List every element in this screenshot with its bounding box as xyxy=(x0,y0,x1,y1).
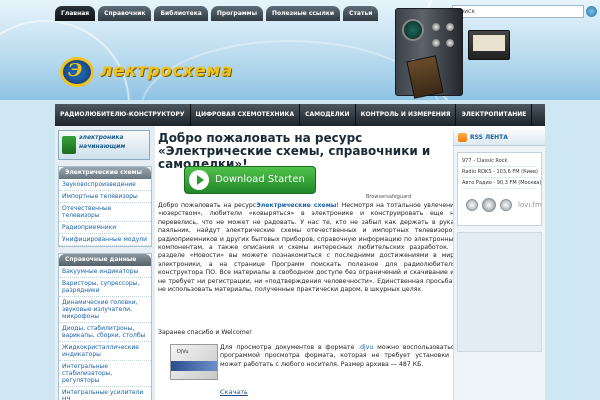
search-button[interactable] xyxy=(586,6,597,17)
play-button[interactable] xyxy=(482,198,496,212)
sidebar-section-schematics: Электрические схемы Звуковоспроизведение… xyxy=(58,166,152,247)
sidebar-item-amplifiers[interactable]: Интегральные усилители НЧ xyxy=(59,387,151,400)
sidebar-item-import-tv[interactable]: Импортные телевизоры xyxy=(59,191,151,203)
sidebar-item-domestic-tv[interactable]: Отечественные телевизоры xyxy=(59,203,151,222)
knob-icon xyxy=(432,23,440,31)
site-logo[interactable]: Э лектросхема xyxy=(60,57,240,97)
sidebar-item-vacuum[interactable]: Вакуумные индикаторы xyxy=(59,266,151,278)
sidebar-item-varistors[interactable]: Варисторы, супрессоры, разрядники xyxy=(59,278,151,297)
knob-icon xyxy=(446,39,454,47)
sidebar-section-reference: Справочные данные Вакуумные индикаторы В… xyxy=(58,253,152,400)
djvu-description: Для просмотра документов в формате .djvu… xyxy=(220,344,458,369)
djvu-icon-band xyxy=(171,361,217,371)
sidebar-item-diodes[interactable]: Диоды, стабилитроны, варикапы, сборки, с… xyxy=(59,323,151,342)
nav-measurement[interactable]: КОНТРОЛЬ И ИЗМЕРЕНИЯ xyxy=(356,104,457,126)
nav-digital-circuits[interactable]: ЦИФРОВАЯ СХЕМОТЕХНИКА xyxy=(191,104,301,126)
sidebar-item-stabilizers[interactable]: Интегральные стабилизаторы, регуляторы xyxy=(59,361,151,387)
tab-reference[interactable]: Справочник xyxy=(98,6,152,21)
djvu-extension: .djvu xyxy=(358,344,374,351)
tab-library[interactable]: Библиотека xyxy=(154,6,208,21)
lovi-fm-logo[interactable]: lovi.fm xyxy=(518,201,542,209)
logo-text: лектросхема xyxy=(100,61,233,81)
main-content: Добро пожаловать на ресурс «Электрически… xyxy=(158,132,458,400)
search-input[interactable]: Поиск xyxy=(452,5,584,18)
download-button-label: Download Starten xyxy=(215,174,305,185)
sidebar-item-radio[interactable]: Радиоприемники xyxy=(59,222,151,234)
djvu-icon-label: DjVu xyxy=(177,349,189,355)
meter-face xyxy=(473,35,505,51)
tab-programs[interactable]: Программы xyxy=(210,6,263,21)
oscilloscope-screen xyxy=(402,19,424,41)
djvu-text-pre: Для просмотра документов в формате xyxy=(220,344,355,351)
tab-articles[interactable]: Статьи xyxy=(343,6,379,21)
top-navigation: Главная Справочник Библиотека Программы … xyxy=(55,6,379,22)
prev-button[interactable] xyxy=(466,199,478,211)
radio-station[interactable]: 977 - Classic Rock xyxy=(462,156,537,167)
sidebar-item-lcd[interactable]: Жидкокристаллические индикаторы xyxy=(59,342,151,361)
nav-diy[interactable]: САМОДЕЛКИ xyxy=(300,104,356,126)
rss-feed-header[interactable]: RSS ЛЕНТА xyxy=(454,130,545,146)
site-name-link[interactable]: Электрические схемы xyxy=(256,202,336,209)
sidebar-item-sound[interactable]: Звуковоспроизведение xyxy=(59,179,151,191)
radio-widget: 977 - Classic Rock Radio ROKS - 103,6 FM… xyxy=(457,152,542,226)
play-icon xyxy=(189,170,209,190)
knob-icon xyxy=(432,39,440,47)
welcome-body: ! Несмотря на тотальное увлечение «юзерс… xyxy=(158,202,458,294)
main-navigation: РАДИОЛЮБИТЕЛЮ-КОНСТРУКТОРУ ЦИФРОВАЯ СХЕМ… xyxy=(55,104,545,126)
left-sidebar: электроника начинающим Электрические схе… xyxy=(55,126,155,400)
tab-useful-links[interactable]: Полезные ссылки xyxy=(266,6,341,21)
thanks-text: Заранее спасибо и Welcome! xyxy=(158,329,253,336)
ad-source-note: Browsersafeguard xyxy=(366,194,412,200)
welcome-text: Добро пожаловать на ресурсЭлектрические … xyxy=(158,202,458,294)
radio-station[interactable]: Авто Радио - 90,3 FM (Москва) xyxy=(462,178,541,189)
electronics-for-beginners-banner[interactable]: электроника начинающим xyxy=(58,130,150,160)
site-header: Главная Справочник Библиотека Программы … xyxy=(0,0,600,100)
right-sidebar: RSS ЛЕНТА 977 - Classic Rock Radio ROKS … xyxy=(453,130,545,400)
tab-home[interactable]: Главная xyxy=(55,6,96,21)
radio-station[interactable]: Radio ROKS - 103,6 FM (Киев) xyxy=(462,167,538,178)
sidebar-item-modules[interactable]: Унифицированные модули xyxy=(59,234,151,246)
knob-icon xyxy=(446,23,454,31)
page-body: электроника начинающим Электрические схе… xyxy=(55,126,545,400)
sidebar-section-title: Электрические схемы xyxy=(59,167,151,179)
welcome-intro: Добро пожаловать на ресурс xyxy=(158,202,257,209)
chip-icon xyxy=(62,136,76,154)
right-panel-blank xyxy=(457,232,542,352)
nav-radio-amateur[interactable]: РАДИОЛЮБИТЕЛЮ-КОНСТРУКТОРУ xyxy=(55,104,191,126)
download-djvu-link[interactable]: Скачать xyxy=(220,388,248,396)
next-button[interactable] xyxy=(500,199,512,211)
rss-icon xyxy=(458,133,467,142)
multimeter-image xyxy=(468,30,510,60)
rss-label: RSS ЛЕНТА xyxy=(470,134,508,141)
logo-letter-e: Э xyxy=(68,60,83,81)
djvu-viewer-icon: DjVu xyxy=(170,344,218,380)
banner-line-1: электроника xyxy=(79,134,124,141)
sidebar-section-title: Справочные данные xyxy=(59,254,151,266)
ad-download-button[interactable]: Download Starten xyxy=(184,166,316,194)
sidebar-item-speakers[interactable]: Динамические головки, звуковые излучател… xyxy=(59,297,151,323)
radio-player: lovi.fm xyxy=(462,197,545,215)
nav-power-supply[interactable]: ЭЛЕКТРОПИТАНИЕ xyxy=(456,104,533,126)
banner-line-2: начинающим xyxy=(79,143,126,150)
